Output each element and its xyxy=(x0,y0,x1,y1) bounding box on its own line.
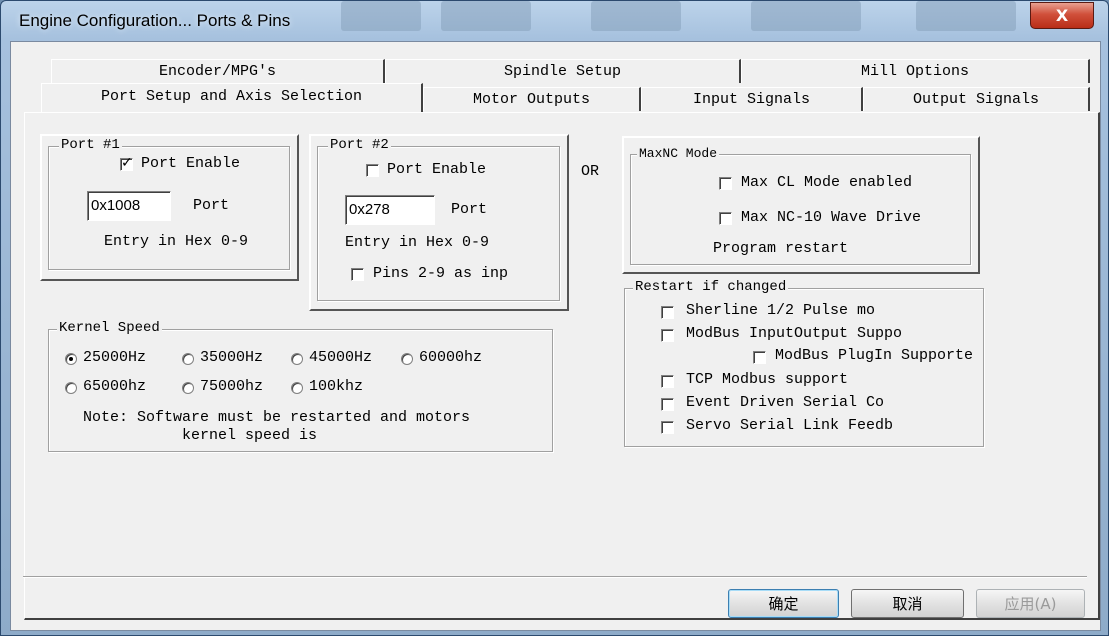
modbus-io-checkbox[interactable] xyxy=(661,329,674,342)
max-nc10-wave-label: Max NC-10 Wave Drive xyxy=(741,209,922,226)
port2-legend: Port #2 xyxy=(328,137,391,153)
background-blur xyxy=(441,1,531,31)
tab-label: Input Signals xyxy=(692,91,811,108)
port2-pins-checkbox[interactable] xyxy=(351,268,364,281)
kernel-note-line1: Note: Software must be restarted and mot… xyxy=(83,409,471,426)
modbus-plugin-checkbox[interactable] xyxy=(753,351,766,364)
maxnc-restart-note: Program restart xyxy=(713,240,849,257)
port2-address-input[interactable]: 0x278 xyxy=(345,195,435,225)
maxnc-panel: MaxNC Mode Max CL Mode enabled Max NC-10… xyxy=(622,136,980,274)
port1-enable-label: Port Enable xyxy=(141,155,241,172)
port2-pins-label: Pins 2-9 as inp xyxy=(373,265,509,282)
kernel-speed-option-label: 35000Hz xyxy=(200,349,264,366)
maxnc-group: MaxNC Mode Max CL Mode enabled Max NC-10… xyxy=(630,146,971,265)
tcp-modbus-label: TCP Modbus support xyxy=(686,371,849,388)
servo-serial-label: Servo Serial Link Feedb xyxy=(686,417,894,434)
ok-button[interactable]: 确定 xyxy=(728,589,839,618)
port2-enable-checkbox[interactable] xyxy=(366,164,379,177)
tab-label: Spindle Setup xyxy=(503,63,622,80)
background-blur xyxy=(916,1,1016,31)
kernel-speed-option-label: 75000hz xyxy=(200,378,264,395)
dialog-client: Encoder/MPG's Spindle Setup Mill Options… xyxy=(10,41,1101,631)
kernel-speed-radio[interactable] xyxy=(401,353,413,365)
kernel-speed-radio[interactable] xyxy=(291,382,303,394)
port2-group: Port #2 Port Enable 0x278 Port Entry in … xyxy=(317,137,560,301)
modbus-io-label: ModBus InputOutput Suppo xyxy=(686,325,903,342)
cancel-button[interactable]: 取消 xyxy=(851,589,964,618)
tab-input-signals[interactable]: Input Signals xyxy=(641,87,863,111)
port1-legend: Port #1 xyxy=(59,137,122,153)
kernel-speed-option-label: 65000hz xyxy=(83,378,147,395)
apply-button[interactable]: 应用(A) xyxy=(976,589,1085,618)
event-serial-checkbox[interactable] xyxy=(661,398,674,411)
port1-address-input[interactable]: 0x1008 xyxy=(87,191,171,221)
port2-panel: Port #2 Port Enable 0x278 Port Entry in … xyxy=(309,134,569,311)
background-blur xyxy=(751,1,861,31)
tab-label: Motor Outputs xyxy=(472,91,591,108)
max-nc10-wave-checkbox[interactable] xyxy=(719,212,732,225)
tab-mill-options[interactable]: Mill Options xyxy=(741,59,1090,83)
kernel-speed-option-label: 100khz xyxy=(309,378,364,395)
port1-address-label: Port xyxy=(193,197,230,214)
close-icon: X xyxy=(1055,6,1069,25)
config-window: Engine Configuration... Ports & Pins X E… xyxy=(0,0,1109,636)
sherline-label: Sherline 1/2 Pulse mo xyxy=(686,302,876,319)
event-serial-label: Event Driven Serial Co xyxy=(686,394,885,411)
kernel-speed-group: Kernel Speed 25000Hz 35000Hz 45000Hz 600… xyxy=(48,320,553,452)
button-separator xyxy=(23,576,1087,578)
tab-spindle-setup[interactable]: Spindle Setup xyxy=(385,59,741,83)
max-cl-mode-label: Max CL Mode enabled xyxy=(741,174,913,191)
tab-port-setup[interactable]: Port Setup and Axis Selection xyxy=(41,83,423,112)
kernel-speed-option-label: 45000Hz xyxy=(309,349,373,366)
port2-address-label: Port xyxy=(451,201,488,218)
max-cl-mode-checkbox[interactable] xyxy=(719,177,732,190)
title-bar: Engine Configuration... Ports & Pins X xyxy=(1,1,1108,41)
restart-legend: Restart if changed xyxy=(633,279,789,295)
kernel-speed-radio[interactable] xyxy=(65,382,77,394)
close-button[interactable]: X xyxy=(1030,2,1094,29)
modbus-plugin-label: ModBus PlugIn Supporte xyxy=(775,347,974,364)
port2-hex-note: Entry in Hex 0-9 xyxy=(345,234,490,251)
window-title: Engine Configuration... Ports & Pins xyxy=(19,11,291,30)
tab-label: Output Signals xyxy=(912,91,1040,108)
kernel-speed-option-label: 60000hz xyxy=(419,349,483,366)
tab-label: Port Setup and Axis Selection xyxy=(100,88,363,105)
background-blur xyxy=(341,1,421,31)
port1-group: Port #1 Port Enable 0x1008 Port Entry in… xyxy=(48,137,290,270)
port2-enable-label: Port Enable xyxy=(387,161,487,178)
tab-label: Encoder/MPG's xyxy=(158,63,277,80)
kernel-speed-radio[interactable] xyxy=(65,353,77,365)
kernel-note-line2: kernel speed is xyxy=(182,427,318,444)
kernel-speed-legend: Kernel Speed xyxy=(57,320,162,336)
kernel-speed-radio[interactable] xyxy=(182,353,194,365)
restart-group: Restart if changed Sherline 1/2 Pulse mo… xyxy=(624,279,984,447)
kernel-speed-option-label: 25000Hz xyxy=(83,349,147,366)
maxnc-legend: MaxNC Mode xyxy=(637,146,720,161)
tcp-modbus-checkbox[interactable] xyxy=(661,375,674,388)
tab-label: Mill Options xyxy=(860,63,970,80)
tab-motor-outputs[interactable]: Motor Outputs xyxy=(423,87,641,111)
servo-serial-checkbox[interactable] xyxy=(661,421,674,434)
kernel-speed-radio[interactable] xyxy=(182,382,194,394)
tab-encoder-mpg[interactable]: Encoder/MPG's xyxy=(51,59,385,83)
port1-panel: Port #1 Port Enable 0x1008 Port Entry in… xyxy=(40,134,299,281)
background-blur xyxy=(591,1,681,31)
port1-hex-note: Entry in Hex 0-9 xyxy=(104,233,249,250)
tab-page-port-setup: Port #1 Port Enable 0x1008 Port Entry in… xyxy=(24,112,1100,620)
port1-enable-checkbox[interactable] xyxy=(120,155,133,171)
sherline-checkbox[interactable] xyxy=(661,306,674,319)
tab-output-signals[interactable]: Output Signals xyxy=(863,87,1090,111)
or-label: OR xyxy=(581,163,600,180)
kernel-speed-radio[interactable] xyxy=(291,353,303,365)
